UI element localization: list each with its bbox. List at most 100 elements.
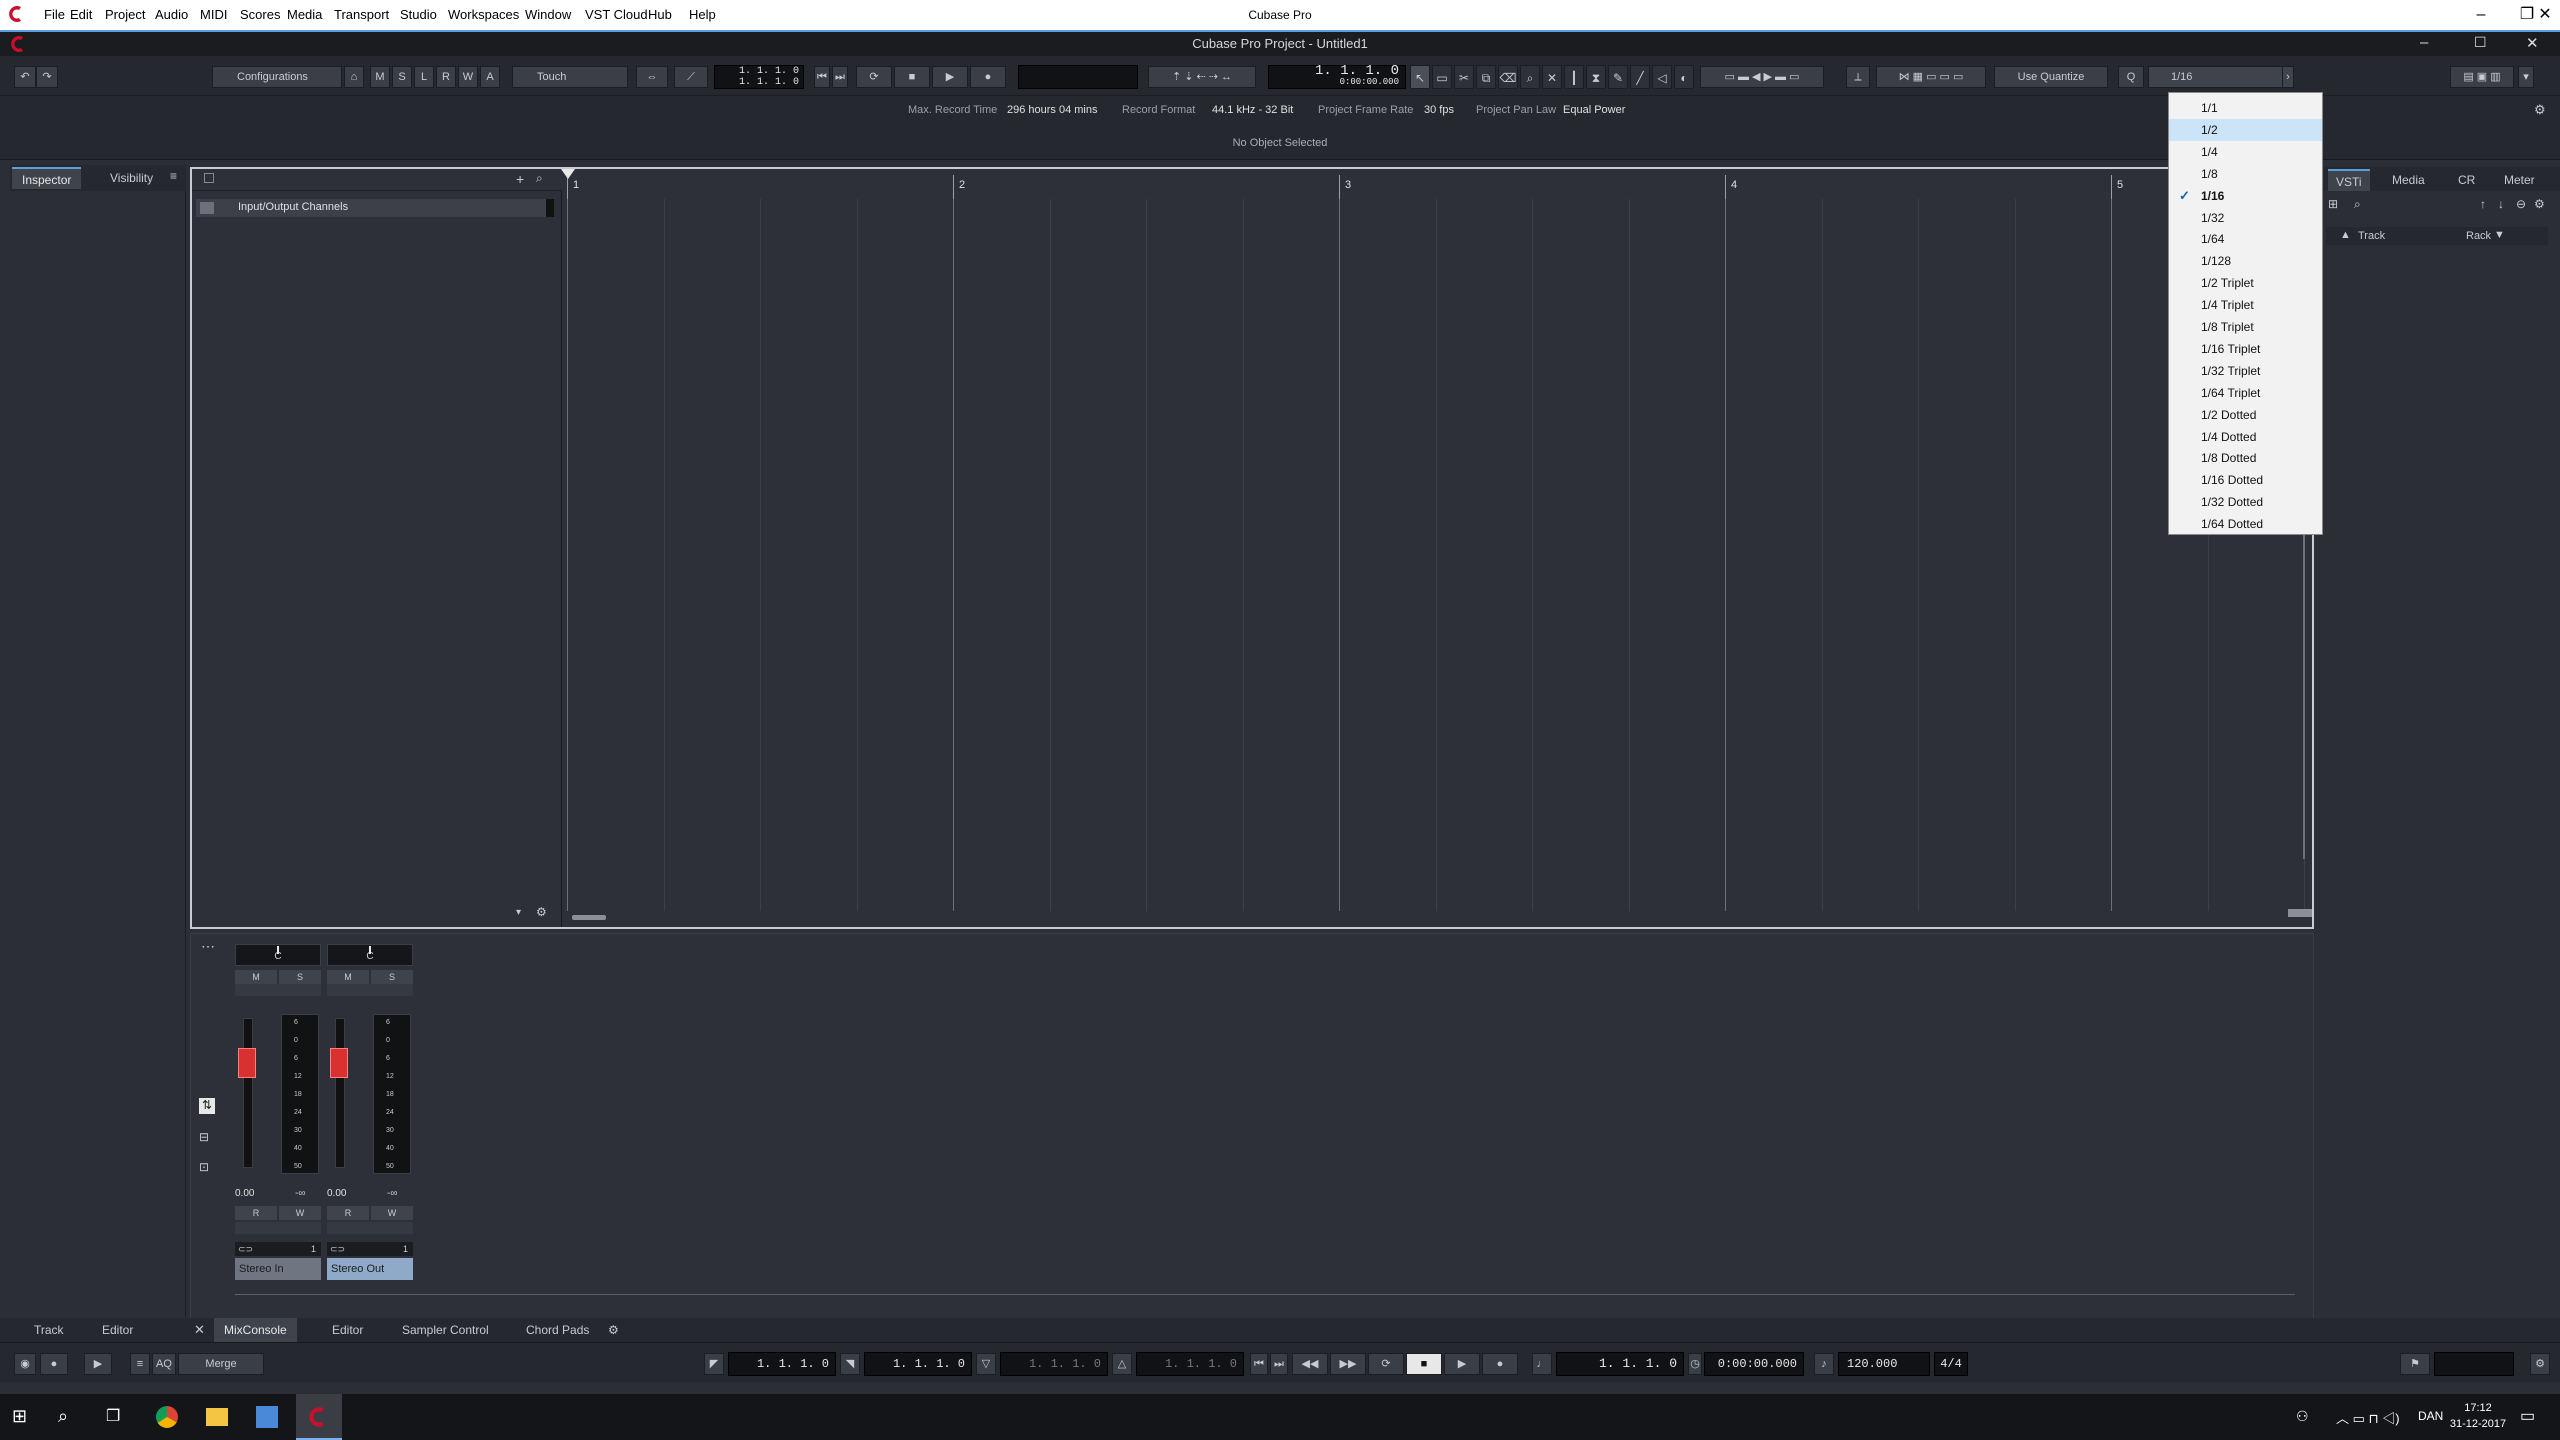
gear-icon[interactable]: ⚙ — [608, 1318, 619, 1342]
record-mode-dropdown[interactable]: Merge — [178, 1353, 264, 1375]
store-icon[interactable] — [256, 1406, 278, 1428]
go-left-locator-icon[interactable]: ⏮ — [814, 66, 830, 88]
task-view-icon[interactable]: ❐ — [106, 1406, 120, 1426]
notifications-icon[interactable]: ▭ — [2520, 1406, 2535, 1426]
color-icon[interactable]: ◐ — [1674, 65, 1694, 89]
right-locator-display[interactable]: 1. 1. 1. 0 — [864, 1352, 972, 1376]
chrome-icon[interactable] — [156, 1406, 178, 1428]
use-quantize-dropdown[interactable]: Use Quantize — [1994, 66, 2108, 88]
rewind-button[interactable]: ◀◀ — [1292, 1353, 1328, 1375]
peak-value[interactable]: -∞ — [295, 1188, 305, 1199]
tab-vsti[interactable]: VSTi — [2328, 169, 2370, 191]
tab-editor[interactable]: Editor — [332, 1318, 363, 1342]
main-position-display[interactable]: 1. 1. 1. 0 0:00:00.000 — [1268, 64, 1406, 89]
punch-out-locator-icon[interactable]: △ — [1112, 1353, 1132, 1375]
quantize-option[interactable]: 1/32 Dotted — [2169, 491, 2322, 513]
zoom-tools[interactable]: ▭ ▬ ◀ ▶ ▬ ▭ — [1700, 66, 1824, 88]
go-right-locator-icon[interactable]: ⏭ — [1270, 1353, 1288, 1375]
tab-inspector[interactable]: Inspector — [12, 167, 82, 189]
search-icon[interactable]: ⌕ — [536, 171, 543, 186]
move-up-icon[interactable]: ↑ — [2480, 197, 2486, 211]
quantize-option[interactable]: 1/16 ✓ — [2169, 185, 2322, 207]
record-button[interactable]: ● — [970, 66, 1006, 88]
quantize-option[interactable]: 1/4 — [2169, 141, 2322, 163]
state-button-m[interactable]: M — [370, 66, 390, 88]
frame-rate-value[interactable]: 30 fps — [1424, 104, 1454, 116]
project-minimize-icon[interactable]: – — [2420, 34, 2428, 51]
punch-in-locator-icon[interactable]: ▽ — [976, 1353, 996, 1375]
right-locator-icon[interactable]: ◥ — [840, 1353, 860, 1375]
quantize-option[interactable]: 1/8 — [2169, 163, 2322, 185]
metronome-click-icon[interactable]: ⚑ — [2400, 1353, 2430, 1375]
zoom-icon[interactable]: ⌕ — [1520, 65, 1540, 89]
sort-up-icon[interactable]: ▲ — [2340, 229, 2351, 241]
folder-track[interactable]: Input/Output Channels — [196, 199, 554, 217]
solo-button[interactable]: S — [279, 970, 321, 984]
add-track-icon[interactable]: + — [516, 171, 524, 187]
punch-in-icon[interactable]: ● — [40, 1353, 68, 1375]
add-instrument-icon[interactable]: ⊞ — [2328, 197, 2338, 211]
solo-button[interactable]: S — [371, 970, 413, 984]
link-icon[interactable]: ⊂⊃ — [327, 1242, 413, 1256]
quantize-option[interactable]: 1/16 Dotted — [2169, 469, 2322, 491]
quantize-option[interactable]: 1/128 — [2169, 250, 2322, 272]
tab-meter[interactable]: Meter — [2496, 169, 2543, 191]
cycle-button[interactable]: ⟳ — [1368, 1353, 1404, 1375]
left-locator-display[interactable]: 1. 1. 1. 0 — [728, 1352, 836, 1376]
quantize-option[interactable]: 1/32 Triplet — [2169, 360, 2322, 382]
close-icon[interactable]: ✕ — [194, 1318, 205, 1342]
cycle-button[interactable]: ⟳ — [856, 66, 892, 88]
event-display[interactable] — [567, 199, 2310, 911]
state-button-r[interactable]: R — [436, 66, 456, 88]
tab-visibility[interactable]: Visibility — [102, 167, 161, 189]
redo-icon[interactable]: ↷ — [36, 66, 58, 88]
channel-name[interactable]: Stereo In — [235, 1258, 321, 1280]
primary-position-display[interactable]: 1. 1. 1. 0 — [1556, 1352, 1684, 1376]
clock[interactable]: 17:12 31-12-2017 — [2448, 1400, 2508, 1432]
windows-start-icon[interactable]: ⊞ — [12, 1406, 27, 1427]
mute-icon[interactable]: ✕ — [1542, 65, 1562, 89]
metronome-icon[interactable]: ♩ — [1532, 1353, 1552, 1375]
tempo-display[interactable]: 120.000 — [1838, 1352, 1930, 1376]
gear-icon[interactable]: ⚙ — [2534, 197, 2545, 211]
mute-button[interactable]: M — [235, 970, 277, 984]
automation-mode-dropdown[interactable]: Touch — [512, 66, 628, 88]
project-maximize-icon[interactable]: ☐ — [2474, 34, 2487, 51]
play-button[interactable]: ▶ — [1444, 1353, 1480, 1375]
stop-button[interactable]: ■ — [1406, 1353, 1442, 1375]
time-format-icon[interactable]: ◷ — [1688, 1353, 1702, 1375]
configurations-dropdown[interactable]: Configurations — [212, 66, 342, 88]
quantize-option[interactable]: 1/2 Triplet — [2169, 272, 2322, 294]
play-button[interactable]: ▶ — [932, 66, 968, 88]
lock-icon[interactable]: ⌂ — [344, 66, 364, 88]
line-icon[interactable]: ╱ — [1630, 65, 1650, 89]
record-icon[interactable]: ⊖ — [2516, 197, 2526, 211]
tab-sampler-control[interactable]: Sampler Control — [402, 1318, 489, 1342]
quantize-option[interactable]: 1/64 Triplet — [2169, 382, 2322, 404]
grid-type-dropdown[interactable]: ⋈ ▦ ▭ ▭ ▭ — [1876, 66, 1986, 88]
draw-icon[interactable]: ✎ — [1608, 65, 1628, 89]
listen-row[interactable] — [327, 984, 413, 996]
quantize-option[interactable]: 1/16 Triplet — [2169, 338, 2322, 360]
gear-icon[interactable]: ⚙ — [536, 905, 547, 919]
volume-value[interactable]: 0.00 — [235, 1188, 254, 1199]
go-right-locator-icon[interactable]: ⏭ — [832, 66, 848, 88]
search-icon[interactable]: ⌕ — [58, 1406, 68, 1427]
horizontal-scrollbar[interactable] — [572, 915, 606, 920]
write-automation-button[interactable]: W — [371, 1206, 413, 1220]
snap-icon[interactable]: ⟋ — [674, 66, 708, 88]
erase-icon[interactable]: ⌫ — [1498, 65, 1518, 89]
project-close-icon[interactable]: ✕ — [2526, 34, 2539, 52]
tempo-track-icon[interactable]: ♪ — [1814, 1353, 1834, 1375]
chevron-right-icon[interactable]: › — [2282, 66, 2294, 88]
search-icon[interactable]: ⌕ — [2354, 197, 2361, 212]
channel-name[interactable]: Stereo Out — [327, 1258, 413, 1280]
state-button-w[interactable]: W — [458, 66, 478, 88]
ruler[interactable]: 1 2 3 4 5 — [561, 169, 2310, 199]
time-warp-icon[interactable]: ⧗ — [1586, 65, 1606, 89]
quantize-preset-dropdown[interactable]: 1/16 — [2148, 66, 2292, 88]
quantize-option[interactable]: 1/4 Dotted — [2169, 426, 2322, 448]
pan-law-value[interactable]: Equal Power — [1563, 104, 1625, 116]
project-cursor-marker[interactable] — [561, 169, 575, 179]
people-icon[interactable]: ⚇ — [2296, 1408, 2309, 1425]
